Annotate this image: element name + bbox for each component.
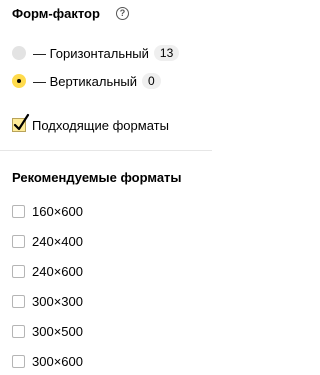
count-badge: 13 bbox=[153, 45, 180, 61]
checkbox-icon[interactable] bbox=[12, 354, 25, 368]
checkbox-icon[interactable] bbox=[12, 264, 25, 278]
radio-vertical-label: — Вертикальный bbox=[33, 73, 138, 89]
checkbox-checked-icon[interactable] bbox=[12, 113, 30, 132]
checkbox-icon[interactable] bbox=[12, 294, 25, 308]
format-option[interactable]: 240×600 bbox=[12, 263, 83, 279]
form-factor-title: Форм-фактор bbox=[12, 6, 100, 21]
format-label: 300×500 bbox=[32, 323, 83, 339]
format-label: 300×600 bbox=[32, 353, 83, 369]
help-icon[interactable]: ? bbox=[116, 7, 129, 20]
format-option[interactable]: 300×500 bbox=[12, 323, 83, 339]
format-option[interactable]: 300×300 bbox=[12, 293, 83, 309]
format-option[interactable]: 240×400 bbox=[12, 233, 83, 249]
format-label: 160×600 bbox=[32, 203, 83, 219]
format-label: 240×400 bbox=[32, 233, 83, 249]
suitable-formats-label: Подходящие форматы bbox=[32, 117, 169, 133]
radio-vertical[interactable]: — Вертикальный 0 bbox=[12, 73, 161, 89]
radio-horizontal[interactable]: — Горизонтальный 13 bbox=[12, 45, 180, 61]
format-option[interactable]: 160×600 bbox=[12, 203, 83, 219]
count-badge: 0 bbox=[142, 73, 161, 89]
checkmark-icon bbox=[13, 113, 30, 131]
radio-selected-icon[interactable] bbox=[12, 74, 26, 88]
suitable-formats-checkbox[interactable]: Подходящие форматы bbox=[12, 113, 169, 134]
divider bbox=[0, 150, 212, 151]
checkbox-icon[interactable] bbox=[12, 234, 25, 248]
recommended-formats-title: Рекомендуемые форматы bbox=[12, 170, 182, 185]
checkbox-icon[interactable] bbox=[12, 204, 25, 218]
format-label: 300×300 bbox=[32, 293, 83, 309]
checkbox-icon[interactable] bbox=[12, 324, 25, 338]
radio-unselected-icon[interactable] bbox=[12, 46, 26, 60]
format-label: 240×600 bbox=[32, 263, 83, 279]
format-option[interactable]: 300×600 bbox=[12, 353, 83, 369]
radio-horizontal-label: — Горизонтальный bbox=[33, 45, 149, 61]
